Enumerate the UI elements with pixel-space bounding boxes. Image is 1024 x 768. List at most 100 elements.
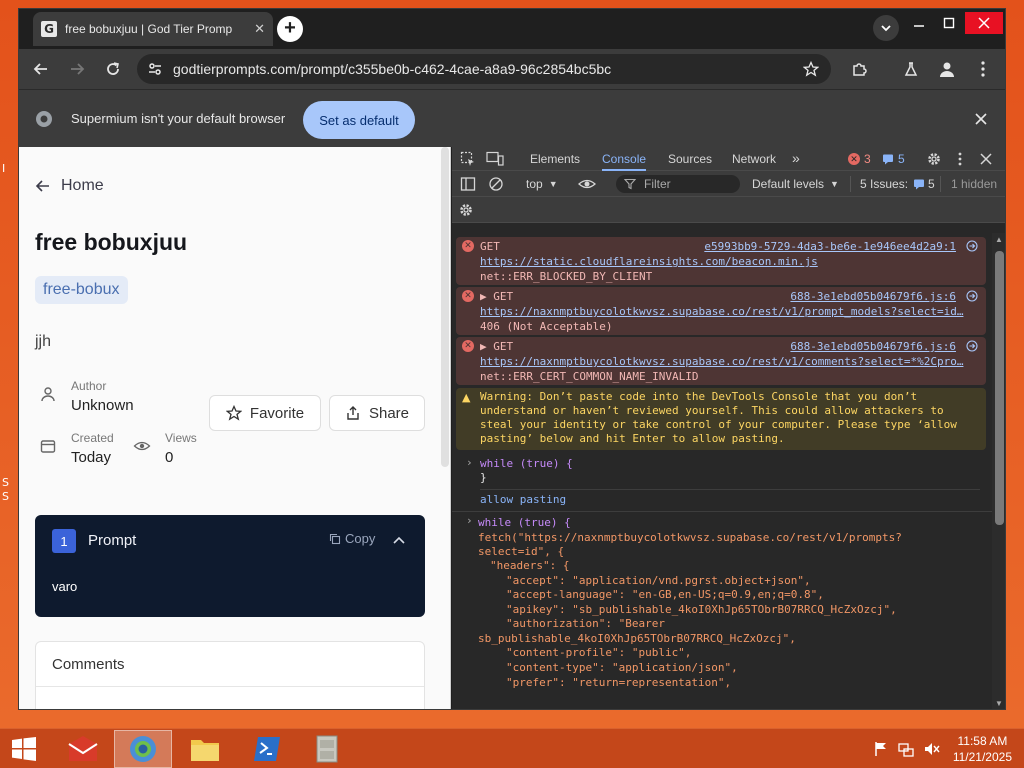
scrollbar-thumb[interactable]: [995, 251, 1004, 525]
live-expression-eye-icon[interactable]: [578, 177, 596, 191]
devtools-menu-icon[interactable]: [958, 151, 962, 167]
home-link[interactable]: Home: [35, 177, 104, 195]
request-method[interactable]: ▶ GET: [480, 340, 513, 353]
source-link[interactable]: 688-3e1ebd05b04679f6.js:6: [790, 289, 956, 304]
created-label: Created: [71, 431, 114, 445]
context-value: top: [526, 177, 543, 191]
console-code-line: "accept": "application/vnd.pgrst.object+…: [506, 574, 811, 588]
clear-console-icon[interactable]: [488, 176, 504, 192]
maximize-button[interactable]: [935, 12, 963, 34]
hidden-count: 1 hidden: [951, 177, 998, 191]
taskbar-app-explorer[interactable]: [176, 730, 234, 768]
tab-godtierprompts[interactable]: G free bobuxjuu | God Tier Promp ✕: [33, 12, 273, 46]
calendar-icon: [40, 440, 56, 453]
clock-date: 11/21/2025: [952, 750, 1012, 764]
console-settings-gear-icon[interactable]: [458, 202, 474, 218]
source-link[interactable]: 688-3e1ebd05b04679f6.js:6: [790, 339, 956, 354]
views-meta: Views 0: [133, 431, 197, 466]
devtools-tab-sources[interactable]: Sources: [668, 147, 712, 171]
close-devtools-icon[interactable]: [980, 153, 992, 165]
context-selector[interactable]: top ▼: [526, 177, 558, 191]
network-request-icon[interactable]: [966, 240, 978, 252]
page-scrollbar[interactable]: [441, 147, 449, 467]
site-info-icon[interactable]: [147, 61, 163, 77]
prompt-chevron-icon: ›: [466, 456, 473, 469]
code-text: while (true) {: [478, 516, 571, 529]
browser-window: G free bobuxjuu | God Tier Promp ✕ + god…: [18, 8, 1006, 710]
code-text: "accept-language": "en-GB,en-US;q=0.9,en…: [506, 588, 824, 601]
infobar-message: Supermium isn't your default browser: [71, 111, 286, 126]
bookmark-star-icon[interactable]: [803, 61, 819, 77]
network-request-icon[interactable]: [966, 340, 978, 352]
devtools-tab-console[interactable]: Console: [602, 147, 647, 171]
request-method[interactable]: ▶ GET: [480, 290, 513, 303]
action-center-flag-icon[interactable]: [874, 741, 888, 757]
more-tabs-icon[interactable]: »: [792, 150, 800, 166]
settings-gear-icon[interactable]: [926, 151, 942, 167]
taskbar-app-browser[interactable]: [114, 730, 172, 768]
console-settings-bar: [452, 197, 1005, 223]
console-filter-input[interactable]: Filter: [616, 175, 740, 193]
start-button[interactable]: [0, 730, 48, 768]
request-url[interactable]: https://static.cloudflareinsights.com/be…: [480, 254, 986, 269]
back-button[interactable]: [29, 57, 53, 81]
close-infobar-icon[interactable]: [975, 113, 987, 125]
console-error-message: ✕ GET e5993bb9-5729-4da3-be6e-1e946ee4d2…: [456, 237, 986, 285]
console-code-line: select=id", {: [478, 545, 564, 559]
prompt-tag[interactable]: free-bobux: [35, 276, 128, 304]
console-code-line: "headers": {: [490, 559, 569, 573]
tab-search-button[interactable]: [873, 15, 899, 41]
source-link[interactable]: e5993bb9-5729-4da3-be6e-1e946ee4d2a9:1: [704, 239, 956, 254]
share-button[interactable]: Share: [329, 395, 425, 431]
profile-button[interactable]: [935, 57, 959, 81]
labs-button[interactable]: [899, 57, 923, 81]
set-default-button[interactable]: Set as default: [303, 101, 415, 139]
network-request-icon[interactable]: [966, 290, 978, 302]
issues-button[interactable]: 5 Issues: 5: [860, 177, 935, 191]
network-icon[interactable]: [898, 741, 914, 757]
inspect-element-icon[interactable]: [460, 151, 476, 167]
message-count-badge[interactable]: 5: [882, 152, 905, 166]
log-levels-dropdown[interactable]: Default levels ▼: [752, 177, 839, 191]
request-url[interactable]: https://naxnmptbuycolotkwvsz.supabase.co…: [480, 354, 986, 369]
console-scrollbar[interactable]: ▲ ▼: [992, 233, 1005, 709]
console-code-line: "content-type": "application/json",: [506, 661, 738, 675]
devtools-tab-elements[interactable]: Elements: [530, 147, 580, 171]
address-bar[interactable]: godtierprompts.com/prompt/c355be0b-c462-…: [137, 54, 831, 84]
devtools-tab-network[interactable]: Network: [732, 147, 776, 171]
scroll-up-icon[interactable]: ▲: [995, 235, 1003, 244]
console-warning-message: ▲ Warning: Don’t paste code into the Dev…: [456, 388, 986, 450]
devtools-panel: Elements Console Sources Network » ✕ 3 5…: [452, 147, 1005, 709]
taskbar-app-mail[interactable]: [54, 730, 112, 768]
copy-button[interactable]: Copy: [329, 531, 375, 546]
created-value: Today: [71, 449, 112, 466]
error-count-badge[interactable]: ✕ 3: [848, 152, 871, 166]
favorite-button[interactable]: Favorite: [209, 395, 321, 431]
request-url[interactable]: https://naxnmptbuycolotkwvsz.supabase.co…: [480, 304, 986, 319]
archive-cabinet-icon: [316, 735, 338, 763]
new-tab-button[interactable]: +: [277, 16, 303, 42]
prompt-number-badge: 1: [52, 529, 76, 553]
puzzle-icon: [853, 63, 867, 76]
extensions-button[interactable]: [847, 57, 871, 81]
taskbar-app-powershell[interactable]: [238, 730, 296, 768]
taskbar-app-archive[interactable]: [298, 730, 356, 768]
console-code-line: "apikey": "sb_publishable_4koI0XhJp65TOb…: [506, 603, 897, 617]
error-detail: net::ERR_CERT_COMMON_NAME_INVALID: [480, 370, 699, 383]
code-text: "apikey": "sb_publishable_4koI0XhJp65TOb…: [506, 603, 897, 616]
browser-menu-button[interactable]: [971, 57, 995, 81]
message-icon: [914, 179, 925, 190]
reload-button[interactable]: [101, 57, 125, 81]
share-icon: [347, 406, 359, 420]
volume-muted-icon[interactable]: [924, 741, 940, 757]
console-error-message: ✕ ▶ GET 688-3e1ebd05b04679f6.js:6 https:…: [456, 287, 986, 335]
tab-close-icon[interactable]: ✕: [254, 21, 265, 37]
chevron-up-icon[interactable]: [393, 535, 405, 545]
device-toolbar-icon[interactable]: [486, 151, 504, 167]
sidebar-toggle-icon[interactable]: [460, 176, 476, 192]
system-clock[interactable]: 11:58 AM 11/21/2025: [953, 733, 1012, 765]
minimize-button[interactable]: [905, 12, 933, 34]
scroll-down-icon[interactable]: ▼: [995, 699, 1003, 708]
forward-button[interactable]: [65, 57, 89, 81]
close-window-button[interactable]: [965, 12, 1003, 34]
